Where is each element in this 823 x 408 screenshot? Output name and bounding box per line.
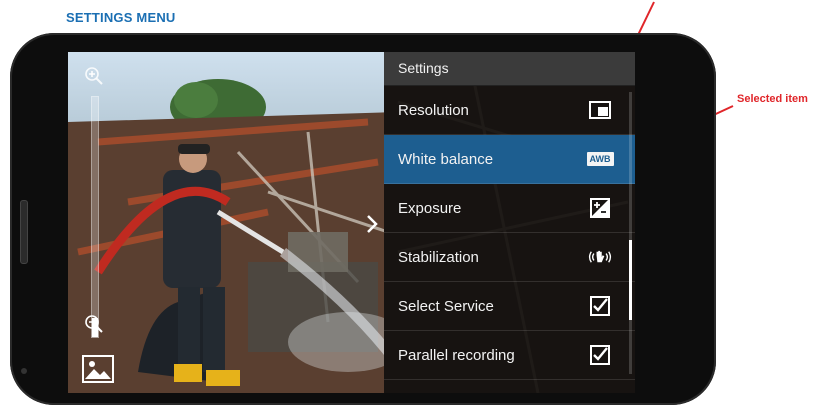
menu-item-stabilization[interactable]: Stabilization	[384, 233, 635, 282]
gallery-icon[interactable]	[82, 355, 114, 383]
menu-item-label: Select Service	[398, 298, 494, 315]
checkbox-checked-icon[interactable]	[587, 344, 613, 366]
camera-screen: Settings Resolution White balance AWB Ex…	[68, 52, 635, 393]
device-sensor-dot	[21, 368, 27, 374]
menu-item-white-balance[interactable]: White balance AWB	[384, 135, 635, 184]
resolution-icon	[587, 99, 613, 121]
selected-item-callout: Selected item	[737, 93, 808, 105]
awb-icon-text: AWB	[586, 152, 614, 166]
checkbox-checked-icon[interactable]	[587, 295, 613, 317]
chevron-right-icon[interactable]	[361, 210, 383, 238]
menu-item-label: Parallel recording	[398, 347, 515, 364]
settings-panel: Settings Resolution White balance AWB Ex…	[384, 52, 635, 393]
menu-item-exposure[interactable]: Exposure	[384, 184, 635, 233]
menu-item-label: Stabilization	[398, 249, 479, 266]
menu-item-label: White balance	[398, 151, 494, 168]
zoom-out-icon[interactable]	[84, 314, 104, 334]
menu-item-select-service[interactable]: Select Service	[384, 282, 635, 331]
menu-item-parallel-recording[interactable]: Parallel recording	[384, 331, 635, 380]
device-side-button	[20, 200, 28, 264]
settings-header: Settings	[384, 52, 635, 86]
exposure-icon	[587, 197, 613, 219]
menu-item-label: Resolution	[398, 102, 469, 119]
awb-icon: AWB	[586, 148, 614, 170]
menu-item-resolution[interactable]: Resolution	[384, 86, 635, 135]
stabilization-icon	[587, 246, 613, 268]
menu-item-label: Exposure	[398, 200, 462, 217]
zoom-slider[interactable]	[91, 96, 99, 338]
settings-scroll-thumb[interactable]	[629, 240, 632, 320]
zoom-in-icon[interactable]	[84, 66, 104, 86]
document-title: SETTINGS MENU	[66, 10, 176, 25]
settings-scrollbar[interactable]	[629, 92, 632, 374]
